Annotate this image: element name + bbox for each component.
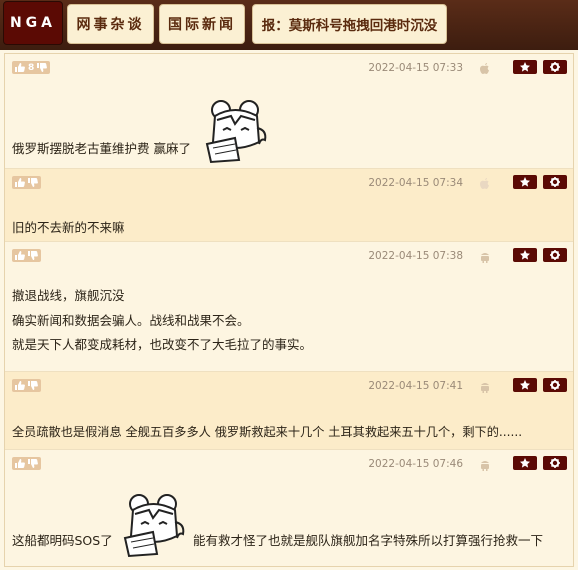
android-icon: [479, 380, 491, 393]
post-timestamp: 2022-04-15 07:34: [368, 177, 463, 189]
reply-post: 2022-04-15 07:38 撤退战线，旗舰沉没 确实新闻和数据会骗人。战线…: [5, 242, 573, 372]
post-options-button[interactable]: [543, 378, 567, 392]
vote-box: [12, 249, 41, 262]
post-text-line: 俄罗斯摆脱老古董维护费 赢麻了: [12, 141, 191, 156]
post-content: 全员疏散也是假消息 全舰五百多多人 俄罗斯救起来十几个 土耳其救起来五十几个，剩…: [12, 422, 522, 440]
vote-box: 8: [12, 61, 51, 74]
post-content: 旧的不去新的不来嘛: [12, 217, 125, 236]
favorite-button[interactable]: [513, 248, 537, 262]
post-text-line: 这船都明码SOS了: [12, 533, 113, 548]
thumbs-down-icon[interactable]: [28, 251, 38, 260]
post-timestamp: 2022-04-15 07:38: [368, 250, 463, 262]
gear-icon: [550, 458, 560, 468]
thumbs-down-icon[interactable]: [28, 381, 38, 390]
favorite-button[interactable]: [513, 175, 537, 189]
post-options-button[interactable]: [543, 60, 567, 74]
thumbs-up-icon[interactable]: [15, 63, 25, 72]
reply-post: 2022-04-15 07:41 全员疏散也是假消息 全舰五百多多人 俄罗斯救起…: [5, 372, 573, 450]
star-icon: [520, 250, 530, 260]
post-content: 这船都明码SOS了: [12, 530, 113, 549]
post-text-line: 旧的不去新的不来嘛: [12, 220, 125, 235]
star-icon: [520, 458, 530, 468]
post-text-line: 确实新闻和数据会骗人。战线和战果不会。: [12, 312, 250, 328]
vote-box: [12, 379, 41, 392]
post-options-button[interactable]: [543, 456, 567, 470]
favorite-button[interactable]: [513, 60, 537, 74]
post-options-button[interactable]: [543, 175, 567, 189]
gear-icon: [550, 250, 560, 260]
star-icon: [520, 62, 530, 72]
favorite-button[interactable]: [513, 456, 537, 470]
star-icon: [520, 177, 530, 187]
thumbs-up-icon[interactable]: [15, 251, 25, 260]
top-nav-bar: NGA 网事杂谈 国际新闻 报：莫斯科号拖拽回港时沉没: [0, 0, 578, 50]
emoji-sticker: [123, 494, 185, 558]
breadcrumb-section[interactable]: 国际新闻: [159, 4, 245, 44]
thumbs-down-icon[interactable]: [28, 459, 38, 468]
post-content: 俄罗斯摆脱老古董维护费 赢麻了: [12, 138, 191, 157]
post-text-line: 就是天下人都变成耗材，也改变不了大毛拉了的事实。: [12, 337, 313, 352]
favorite-button[interactable]: [513, 378, 537, 392]
gear-icon: [550, 380, 560, 390]
vote-box: [12, 176, 41, 189]
post-text-line: 全员疏散也是假消息 全舰五百多多人 俄罗斯救起来十几个 土耳其救起来五十几个，剩…: [12, 425, 523, 439]
vote-box: [12, 457, 41, 470]
thumbs-up-icon[interactable]: [15, 381, 25, 390]
reply-post: 2022-04-15 07:34 旧的不去新的不来嘛: [5, 169, 573, 242]
thumbs-down-icon[interactable]: [28, 178, 38, 187]
reply-post: 8 2022-04-15 07:33 俄罗斯摆脱老古董维护费 赢麻了: [5, 54, 573, 169]
post-timestamp: 2022-04-15 07:41: [368, 380, 463, 392]
post-content-continued: 能有救才怪了也就是舰队旗舰加名字特殊所以打算强行抢救一下: [193, 530, 543, 549]
reply-post: 2022-04-15 07:46 这船都明码SOS了 能有救才怪了也就是舰队旗舰…: [5, 450, 573, 566]
reply-list: 8 2022-04-15 07:33 俄罗斯摆脱老古董维护费 赢麻了 2022-…: [4, 53, 574, 567]
vote-count: 8: [28, 62, 35, 73]
post-timestamp: 2022-04-15 07:33: [368, 62, 463, 74]
thumbs-down-icon[interactable]: [37, 63, 48, 72]
emoji-sticker: [205, 100, 267, 164]
post-text-line: 撤退战线，旗舰沉没: [12, 288, 125, 303]
thumbs-up-icon[interactable]: [15, 178, 25, 187]
gear-icon: [550, 62, 560, 72]
android-icon: [479, 458, 491, 471]
breadcrumb-thread[interactable]: 报：莫斯科号拖拽回港时沉没: [252, 4, 447, 44]
android-icon: [479, 250, 491, 263]
apple-icon: [479, 177, 491, 190]
apple-icon: [479, 62, 491, 75]
post-content: 撤退战线，旗舰沉没 确实新闻和数据会骗人。战线和战果不会。 就是天下人都变成耗材…: [12, 284, 312, 358]
gear-icon: [550, 177, 560, 187]
nga-logo[interactable]: NGA: [4, 2, 62, 44]
post-text-line: 能有救才怪了也就是舰队旗舰加名字特殊所以打算强行抢救一下: [193, 533, 544, 548]
star-icon: [520, 380, 530, 390]
post-options-button[interactable]: [543, 248, 567, 262]
post-timestamp: 2022-04-15 07:46: [368, 458, 463, 470]
breadcrumb-forum[interactable]: 网事杂谈: [67, 4, 154, 44]
thumbs-up-icon[interactable]: [15, 459, 25, 468]
